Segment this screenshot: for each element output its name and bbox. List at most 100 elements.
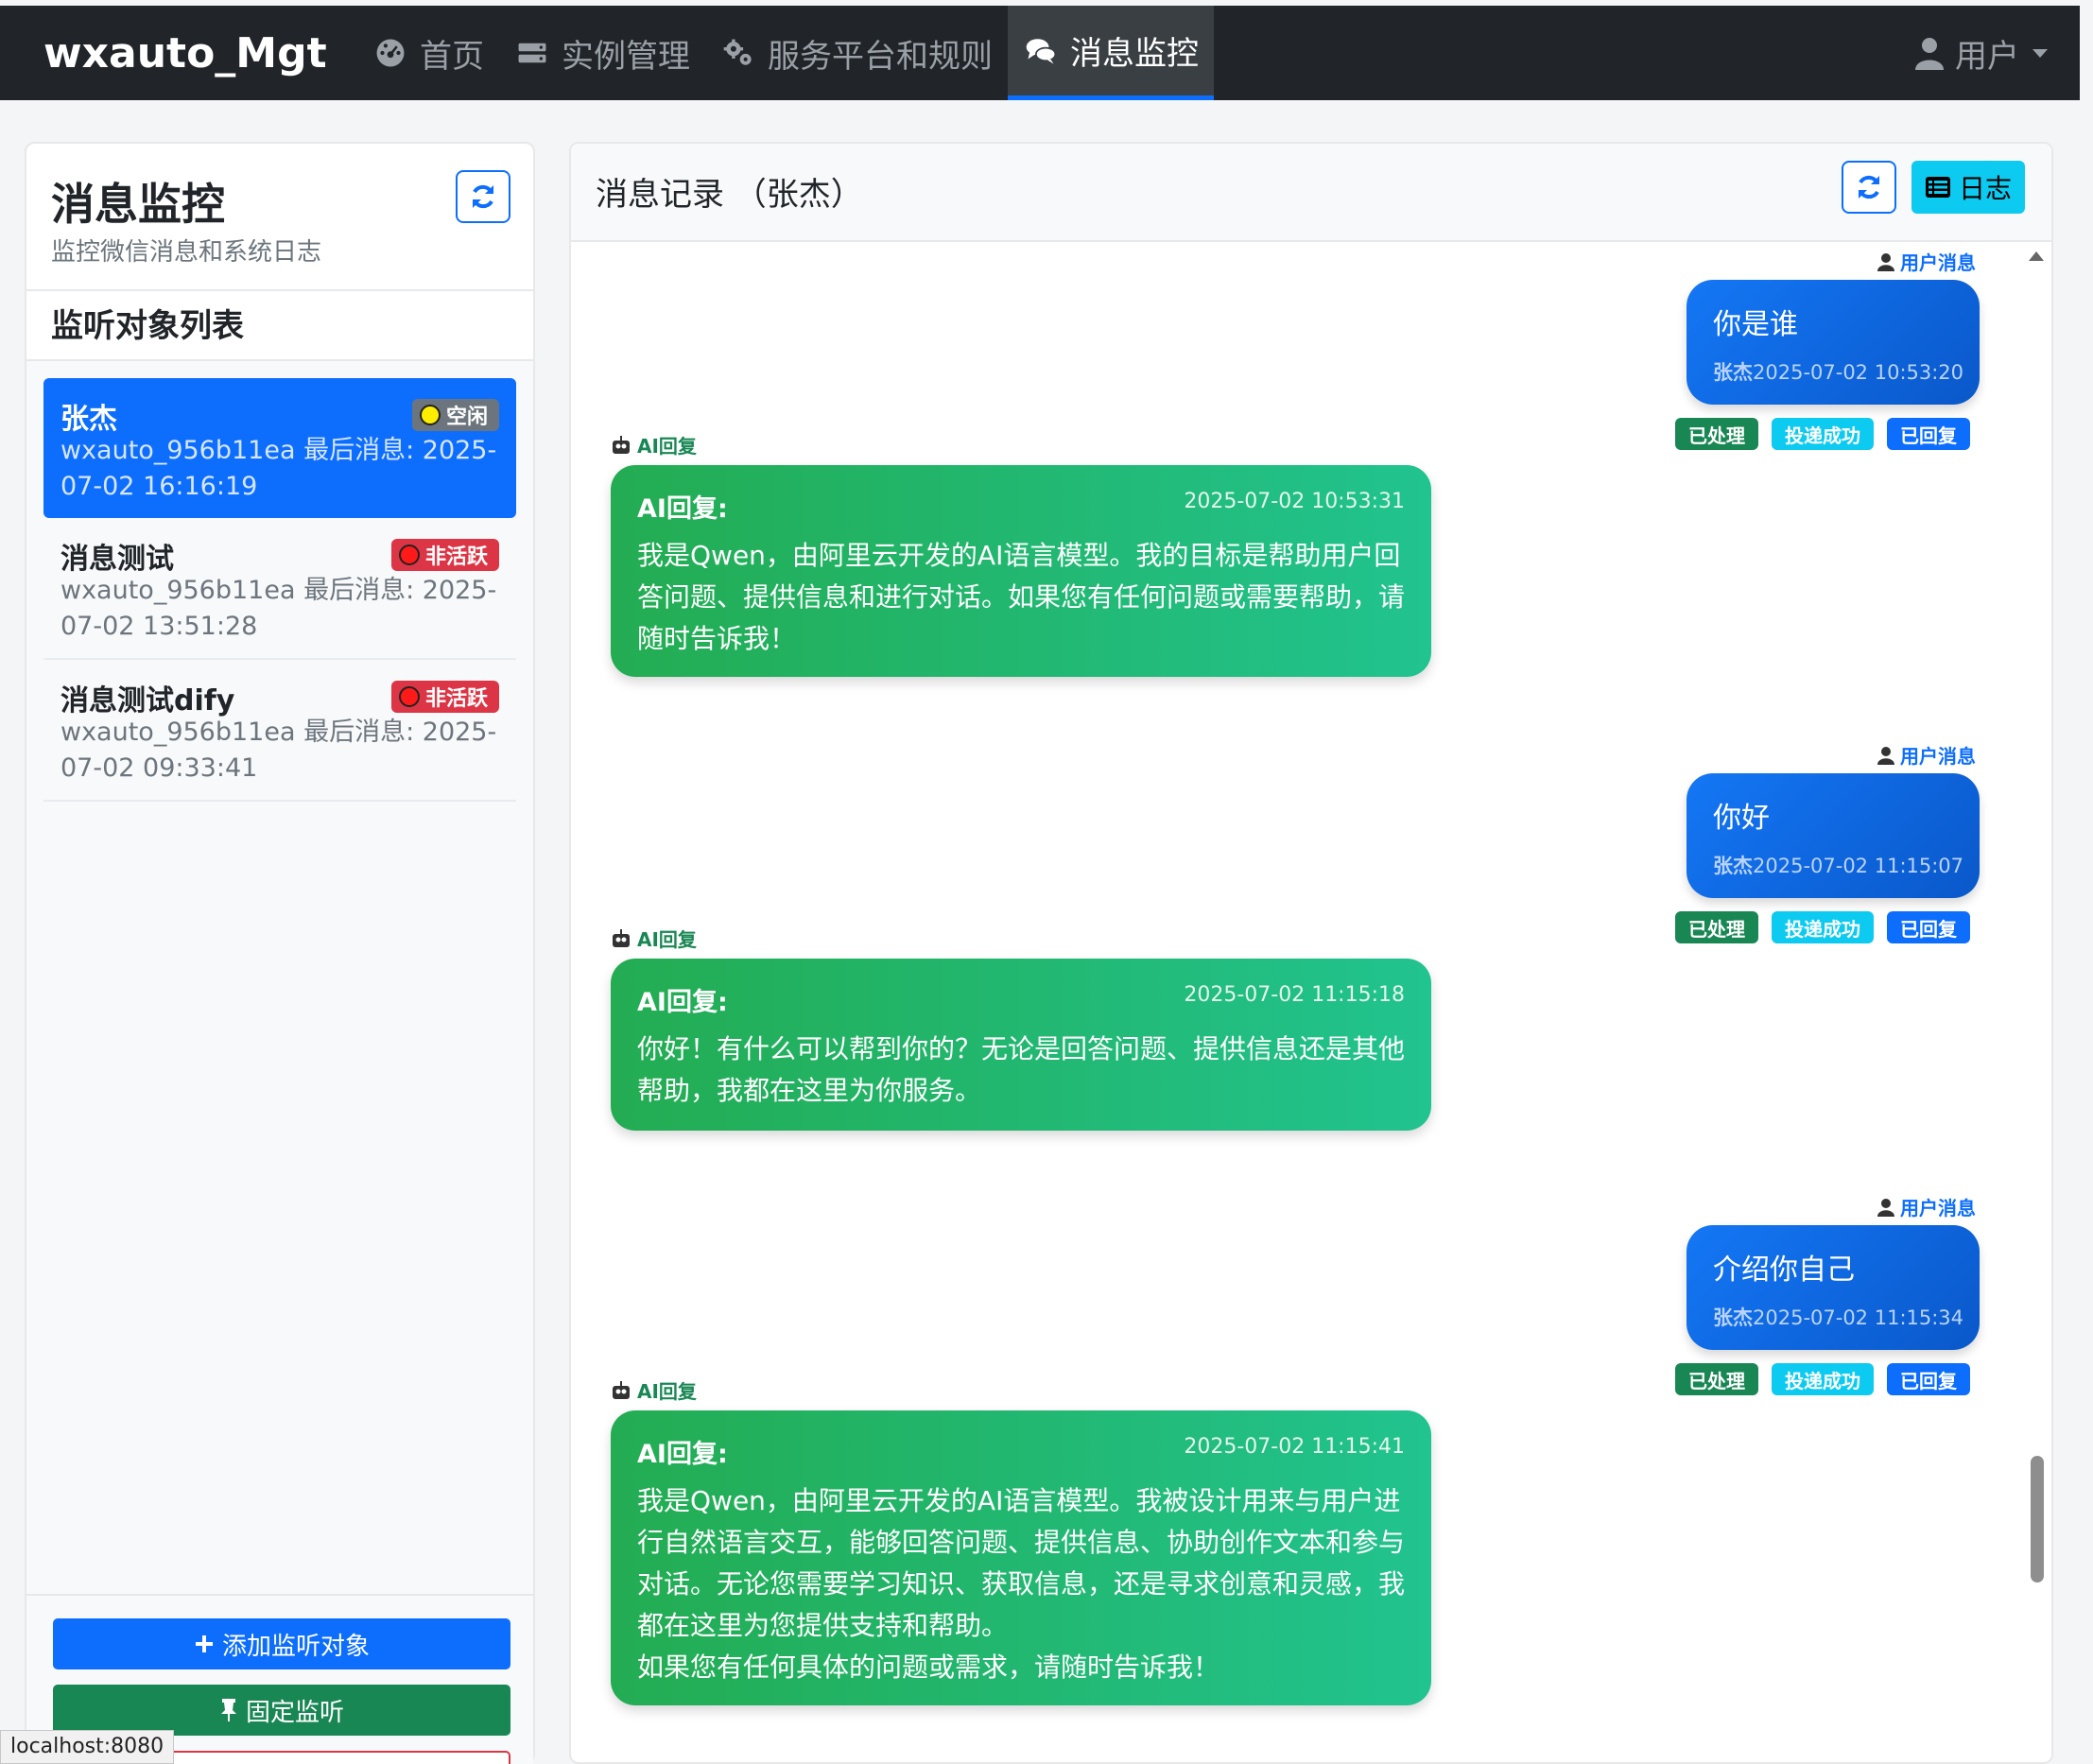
- top-navbar: wxauto_Mgt 首页 实例管理 服务平台和规则 消息监控 用户: [0, 6, 2080, 100]
- message-status-row: 已处理 投递成功 已回复: [1675, 418, 1970, 450]
- nav-item-platforms[interactable]: 服务平台和规则: [705, 6, 1008, 100]
- user-message-text: 你好: [1713, 802, 1770, 835]
- nav-item-monitor[interactable]: 消息监控: [1008, 6, 1214, 100]
- user-message-meta: 张杰2025-07-02 11:15:34: [1713, 1303, 1963, 1331]
- scroll-up-arrow-icon[interactable]: [2029, 251, 2044, 261]
- status-badge: 非活跃: [390, 539, 499, 571]
- ai-reply-tag: AI回复: [611, 1376, 697, 1404]
- message-time: 2025-07-02 11:15:07: [1753, 855, 1964, 877]
- user-menu[interactable]: 用户: [1913, 6, 2048, 100]
- status-dot-icon: [398, 545, 420, 565]
- user-message-tag-label: 用户消息: [1900, 1197, 1976, 1219]
- user-icon: [1877, 746, 1894, 765]
- messages-refresh-button[interactable]: [1842, 161, 1896, 214]
- replied-badge: 已回复: [1887, 1363, 1970, 1395]
- user-icon: [1877, 252, 1894, 271]
- status-badge: 非活跃: [390, 681, 499, 713]
- add-target-label: 添加监听对象: [221, 1632, 370, 1661]
- replied-badge: 已回复: [1887, 911, 1970, 943]
- status-badge-label: 空闲: [445, 406, 488, 429]
- message-sender: 张杰: [1713, 361, 1753, 384]
- nav-item-home[interactable]: 首页: [357, 6, 499, 100]
- refresh-icon: [1859, 175, 1879, 199]
- message-panel-title: 消息记录 （张杰）: [596, 176, 863, 214]
- user-message-bubble: 你好 张杰2025-07-02 11:15:07: [1687, 773, 1980, 898]
- ai-reply-tag: AI回复: [611, 431, 697, 458]
- user-icon: [1877, 1198, 1894, 1217]
- status-badge-label: 非活跃: [424, 545, 488, 569]
- gears-icon: [723, 39, 752, 65]
- user-message-tag-label: 用户消息: [1900, 745, 1976, 768]
- ai-reply-bubble: AI回复: 2025-07-02 11:15:18 你好！有什么可以帮到你的？无…: [611, 959, 1431, 1131]
- robot-icon: [613, 928, 630, 947]
- user-message-tag-label: 用户消息: [1900, 251, 1976, 274]
- delivered-badge: 投递成功: [1772, 1363, 1874, 1395]
- brand-logo[interactable]: wxauto_Mgt: [43, 29, 346, 78]
- user-message-text: 你是谁: [1713, 308, 1798, 341]
- status-dot-icon: [398, 686, 420, 707]
- refresh-icon: [473, 184, 493, 209]
- replied-badge: 已回复: [1887, 418, 1970, 450]
- sidebar-refresh-button[interactable]: [456, 170, 510, 223]
- processed-badge: 已处理: [1675, 911, 1758, 943]
- target-item[interactable]: 消息测试dify wxauto_956b11ea 最后消息: 2025-07-0…: [43, 660, 516, 802]
- message-time: 2025-07-02 11:15:34: [1753, 1306, 1964, 1329]
- ai-reply-time: 2025-07-02 11:15:41: [1184, 1435, 1405, 1459]
- plus-icon: [195, 1635, 213, 1652]
- user-icon: [1915, 38, 1944, 70]
- user-message-meta: 张杰2025-07-02 10:53:20: [1713, 357, 1963, 386]
- user-message-bubble: 你是谁 张杰2025-07-02 10:53:20: [1687, 280, 1980, 405]
- status-dot-icon: [419, 405, 441, 425]
- target-list: 张杰 wxauto_956b11ea 最后消息: 2025-07-02 16:1…: [26, 378, 533, 802]
- ai-reply-tag-label: AI回复: [637, 435, 697, 458]
- status-badge: 空闲: [411, 399, 499, 431]
- status-badge-label: 非活跃: [424, 687, 488, 711]
- user-message-text: 介绍你自己: [1713, 1254, 1855, 1287]
- sidebar-header: 消息监控 监控微信消息和系统日志: [26, 144, 533, 291]
- ai-reply-time: 2025-07-02 11:15:18: [1184, 983, 1405, 1007]
- pin-icon: [220, 1699, 236, 1721]
- message-sender: 张杰: [1713, 1306, 1753, 1329]
- message-status-row: 已处理 投递成功 已回复: [1675, 911, 1970, 943]
- message-panel-header: 消息记录 （张杰） 日志: [571, 144, 2051, 242]
- ai-reply-heading: AI回复:: [637, 1440, 728, 1469]
- target-item[interactable]: 张杰 wxauto_956b11ea 最后消息: 2025-07-02 16:1…: [43, 378, 516, 518]
- user-message-bubble: 介绍你自己 张杰2025-07-02 11:15:34: [1687, 1225, 1980, 1350]
- target-item[interactable]: 消息测试 wxauto_956b11ea 最后消息: 2025-07-02 13…: [43, 518, 516, 660]
- dashboard-icon: [376, 39, 405, 67]
- robot-icon: [613, 1380, 630, 1399]
- pin-listen-label: 固定监听: [245, 1698, 344, 1727]
- user-message-meta: 张杰2025-07-02 11:15:07: [1713, 851, 1963, 879]
- user-message-tag: 用户消息: [1877, 741, 1976, 769]
- delivered-badge: 投递成功: [1772, 911, 1874, 943]
- ai-reply-bubble: AI回复: 2025-07-02 11:15:41 我是Qwen，由阿里云开发的…: [611, 1410, 1431, 1705]
- user-menu-label: 用户: [1955, 37, 2019, 76]
- server-icon: [518, 43, 546, 63]
- comments-icon: [1026, 38, 1057, 64]
- ai-reply-heading: AI回复:: [637, 494, 728, 524]
- pin-listen-button[interactable]: 固定监听: [53, 1685, 510, 1736]
- sidebar-subtitle: 监控微信消息和系统日志: [51, 238, 322, 267]
- message-record-panel: 消息记录 （张杰） 日志 用户消息 你是谁 张杰2025-07-02 10:53: [569, 142, 2053, 1764]
- log-button[interactable]: 日志: [1911, 161, 2025, 214]
- add-target-button[interactable]: 添加监听对象: [53, 1618, 510, 1669]
- robot-icon: [613, 435, 630, 454]
- browser-status-url: localhost:8080: [0, 1730, 175, 1764]
- target-meta: wxauto_956b11ea 最后消息: 2025-07-02 16:16:1…: [61, 436, 497, 501]
- ai-reply-time: 2025-07-02 10:53:31: [1184, 490, 1405, 513]
- ai-reply-tag: AI回复: [611, 925, 697, 952]
- nav-label-monitor: 消息监控: [1070, 35, 1199, 73]
- nav-label-home: 首页: [420, 37, 484, 76]
- message-scrollbar[interactable]: [2023, 244, 2048, 1756]
- ai-reply-tag-label: AI回复: [637, 928, 697, 951]
- nav-item-instances[interactable]: 实例管理: [499, 6, 705, 100]
- list-icon: [1925, 177, 1950, 198]
- target-meta: wxauto_956b11ea 最后消息: 2025-07-02 09:33:4…: [61, 718, 497, 783]
- ai-reply-text: 我是Qwen，由阿里云开发的AI语言模型。我被设计用来与用户进行自然语言交互，能…: [637, 1485, 1406, 1683]
- monitor-sidebar: 消息监控 监控微信消息和系统日志 监听对象列表 张杰 wxauto_956b11…: [25, 142, 535, 1764]
- processed-badge: 已处理: [1675, 418, 1758, 450]
- scrollbar-thumb[interactable]: [2031, 1456, 2044, 1582]
- ai-reply-text: 你好！有什么可以帮到你的？无论是回答问题、提供信息还是其他帮助，我都在这里为你服…: [637, 1033, 1406, 1106]
- ai-reply-bubble: AI回复: 2025-07-02 10:53:31 我是Qwen，由阿里云开发的…: [611, 465, 1431, 677]
- nav-label-platforms: 服务平台和规则: [768, 37, 993, 76]
